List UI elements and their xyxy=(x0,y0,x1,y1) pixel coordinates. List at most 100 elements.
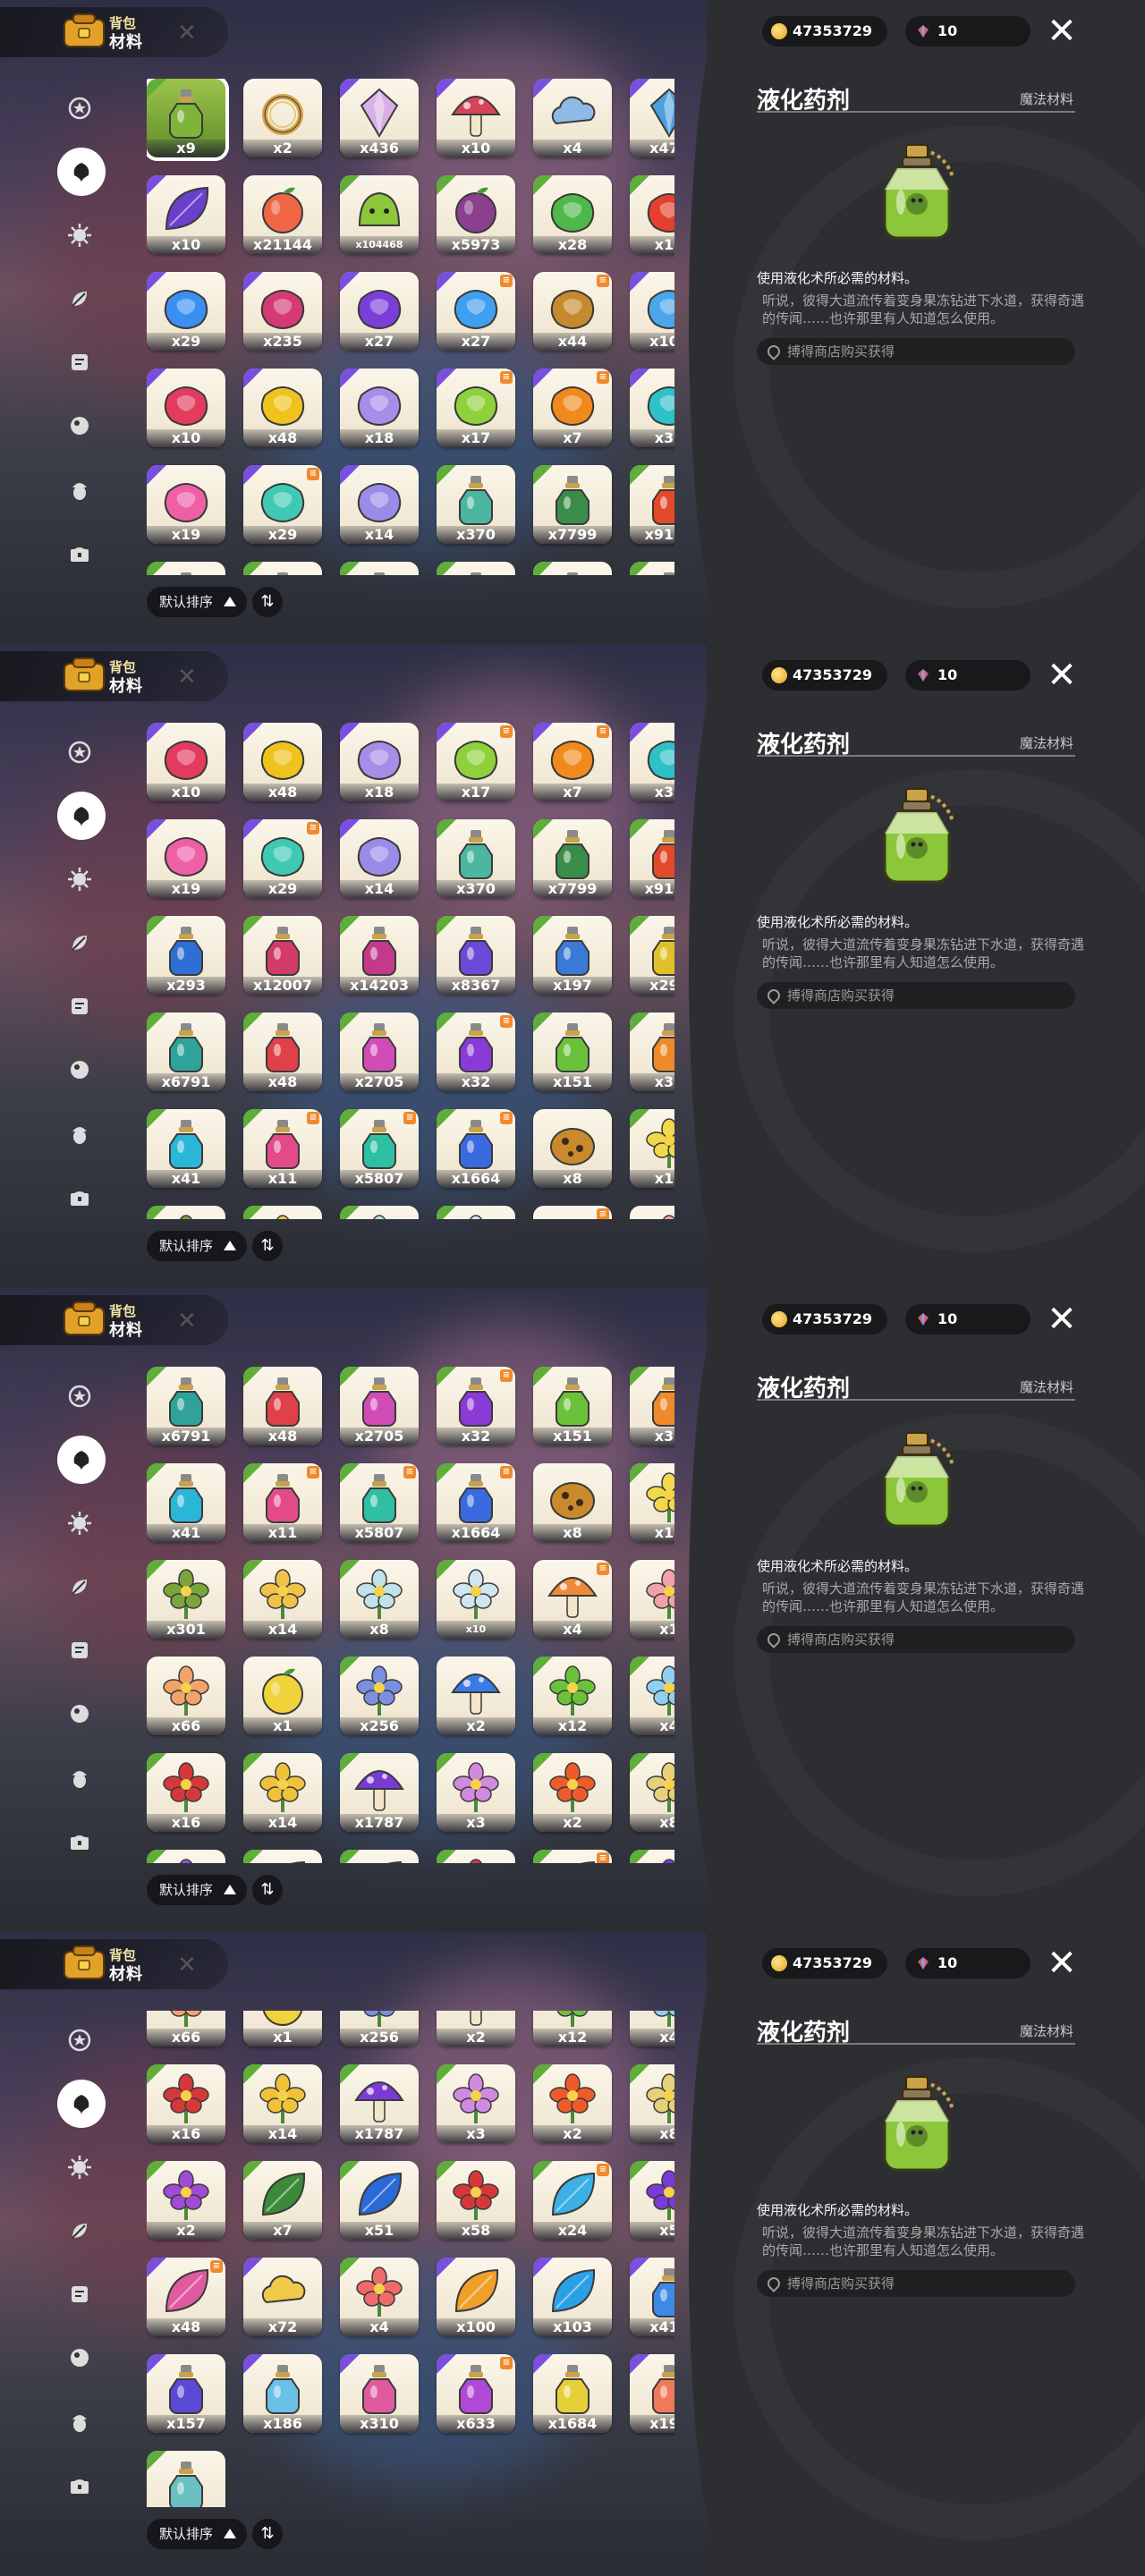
item-slot[interactable]: x14 xyxy=(243,2064,322,2143)
item-slot[interactable] xyxy=(340,1206,419,1219)
item-slot[interactable]: x256 xyxy=(340,2011,419,2046)
item-slot[interactable]: ≡ x17 xyxy=(437,369,515,447)
close-button[interactable]: ✕ xyxy=(1045,1945,1079,1981)
item-slot[interactable]: ≡ x7 xyxy=(533,369,612,447)
item-slot[interactable]: x9 xyxy=(147,79,229,161)
item-slot[interactable]: ≡ x24 xyxy=(533,2161,612,2240)
item-slot[interactable]: x370 xyxy=(437,465,515,544)
sidebar-item-star-badge[interactable] xyxy=(61,733,98,771)
item-slot[interactable] xyxy=(243,562,322,575)
item-slot[interactable]: x51 xyxy=(340,1850,419,1863)
item-slot[interactable]: x8 xyxy=(340,1560,419,1639)
sidebar-item-orb[interactable] xyxy=(61,2339,98,2377)
item-slot[interactable]: x1 xyxy=(243,2011,322,2046)
item-slot[interactable]: x4 xyxy=(630,1657,674,1735)
item-slot[interactable] xyxy=(147,562,225,575)
item-slot[interactable]: x14 xyxy=(340,819,419,898)
item-slot[interactable]: x3 xyxy=(437,1753,515,1832)
item-slot[interactable]: x2 xyxy=(533,2064,612,2143)
item-slot[interactable] xyxy=(340,562,419,575)
sidebar-item-leaves[interactable] xyxy=(61,280,98,318)
item-slot[interactable]: x2 xyxy=(437,2011,515,2046)
item-slot[interactable]: ≡ x29 xyxy=(243,465,322,544)
sidebar-item-scroll[interactable] xyxy=(61,2275,98,2313)
item-slot[interactable]: x2705 xyxy=(340,1367,419,1445)
item-slot[interactable]: x12 xyxy=(533,2011,612,2046)
item-slot[interactable]: ≡ x44 xyxy=(533,272,612,351)
item-slot[interactable]: x8 xyxy=(533,1463,612,1542)
sidebar-item-star-badge[interactable] xyxy=(61,2021,98,2059)
sidebar-item-treasure-chest[interactable] xyxy=(61,534,98,572)
sort-order-toggle[interactable]: ⇅ xyxy=(252,2519,283,2549)
sidebar-item-acorn[interactable] xyxy=(61,470,98,508)
item-slot[interactable]: x4 xyxy=(340,2258,419,2336)
sidebar-item-leaf-bundle[interactable] xyxy=(57,148,106,196)
item-slot[interactable]: x4 xyxy=(630,2011,674,2046)
sidebar-item-orb[interactable] xyxy=(61,1051,98,1089)
item-slot[interactable]: x293 xyxy=(147,916,225,995)
item-slot[interactable]: ≡ x1664 xyxy=(437,1463,515,1542)
sidebar-item-sun-emblem[interactable] xyxy=(61,216,98,254)
item-slot[interactable]: x48 xyxy=(243,369,322,447)
item-slot[interactable]: ≡x416 xyxy=(630,2258,674,2336)
item-slot[interactable]: ≡x31 xyxy=(630,369,674,447)
item-slot[interactable]: x39 xyxy=(630,1367,674,1445)
item-slot[interactable]: x8367 xyxy=(437,916,515,995)
item-slot[interactable]: x6791 xyxy=(147,1367,225,1445)
item-slot[interactable]: x10 xyxy=(147,723,225,801)
item-slot[interactable]: x48 xyxy=(243,723,322,801)
item-slot[interactable]: ≡ x17 xyxy=(437,723,515,801)
sort-dropdown[interactable]: 默认排序 xyxy=(147,587,247,617)
item-slot[interactable]: x310 xyxy=(340,2354,419,2433)
item-slot[interactable]: x4 xyxy=(533,79,612,157)
sort-order-toggle[interactable]: ⇅ xyxy=(252,1875,283,1905)
item-slot[interactable]: x12 xyxy=(533,1657,612,1735)
item-slot[interactable]: x41 xyxy=(147,1109,225,1188)
item-slot[interactable] xyxy=(437,1206,515,1219)
item-slot[interactable]: x10 xyxy=(437,79,515,157)
item-slot[interactable]: x1787 xyxy=(340,2064,419,2143)
item-slot[interactable]: x1787 xyxy=(340,1753,419,1832)
item-slot[interactable]: x2705 xyxy=(340,1013,419,1091)
item-slot[interactable]: ≡ x29 xyxy=(243,819,322,898)
item-slot[interactable]: x5973 xyxy=(437,175,515,254)
item-slot[interactable]: x6791 xyxy=(147,1013,225,1091)
sidebar-item-leaves[interactable] xyxy=(61,1568,98,1606)
item-slot[interactable]: x1 xyxy=(630,1560,674,1639)
item-slot[interactable]: x18 xyxy=(340,723,419,801)
item-slot[interactable] xyxy=(147,1206,225,1219)
item-slot[interactable]: x100 xyxy=(437,2258,515,2336)
close-button[interactable]: ✕ xyxy=(1045,657,1079,693)
item-slot[interactable]: x1 xyxy=(243,1657,322,1735)
sidebar-item-treasure-chest[interactable] xyxy=(61,1822,98,1860)
sidebar-item-sun-emblem[interactable] xyxy=(61,860,98,898)
close-button[interactable]: ✕ xyxy=(1045,13,1079,49)
item-slot[interactable]: x48 xyxy=(243,1013,322,1091)
item-slot[interactable] xyxy=(533,562,612,575)
sort-dropdown[interactable]: 默认排序 xyxy=(147,1875,247,1905)
item-slot[interactable]: ≡x31 xyxy=(630,723,674,801)
item-slot[interactable]: x1684 xyxy=(533,2354,612,2433)
item-slot[interactable]: x7799 xyxy=(533,465,612,544)
item-slot[interactable]: x157 xyxy=(147,2354,225,2433)
sidebar-item-scroll[interactable] xyxy=(61,343,98,381)
item-slot[interactable]: x66 xyxy=(147,2011,225,2046)
item-slot[interactable]: x9185 xyxy=(630,819,674,898)
item-slot[interactable]: ≡x8 xyxy=(630,2064,674,2143)
item-slot[interactable]: x58 xyxy=(437,1850,515,1863)
item-slot[interactable]: ≡ x27 xyxy=(437,272,515,351)
item-slot[interactable]: x474 xyxy=(630,79,674,157)
item-slot[interactable]: ≡x104 xyxy=(630,272,674,351)
item-slot[interactable]: x3 xyxy=(437,2064,515,2143)
item-slot[interactable]: x370 xyxy=(437,819,515,898)
sidebar-item-star-badge[interactable] xyxy=(61,1377,98,1415)
item-slot[interactable]: ≡ x5807 xyxy=(340,1463,419,1542)
sidebar-item-scroll[interactable] xyxy=(61,1631,98,1669)
sidebar-item-sun-emblem[interactable] xyxy=(61,2148,98,2186)
item-slot[interactable]: ≡ x11 xyxy=(243,1463,322,1542)
item-slot[interactable]: x197 xyxy=(533,916,612,995)
sidebar-item-orb[interactable] xyxy=(61,407,98,445)
sidebar-item-leaf-bundle[interactable] xyxy=(57,792,106,840)
item-slot[interactable]: x39 xyxy=(630,1013,674,1091)
sidebar-item-leaves[interactable] xyxy=(61,2212,98,2250)
